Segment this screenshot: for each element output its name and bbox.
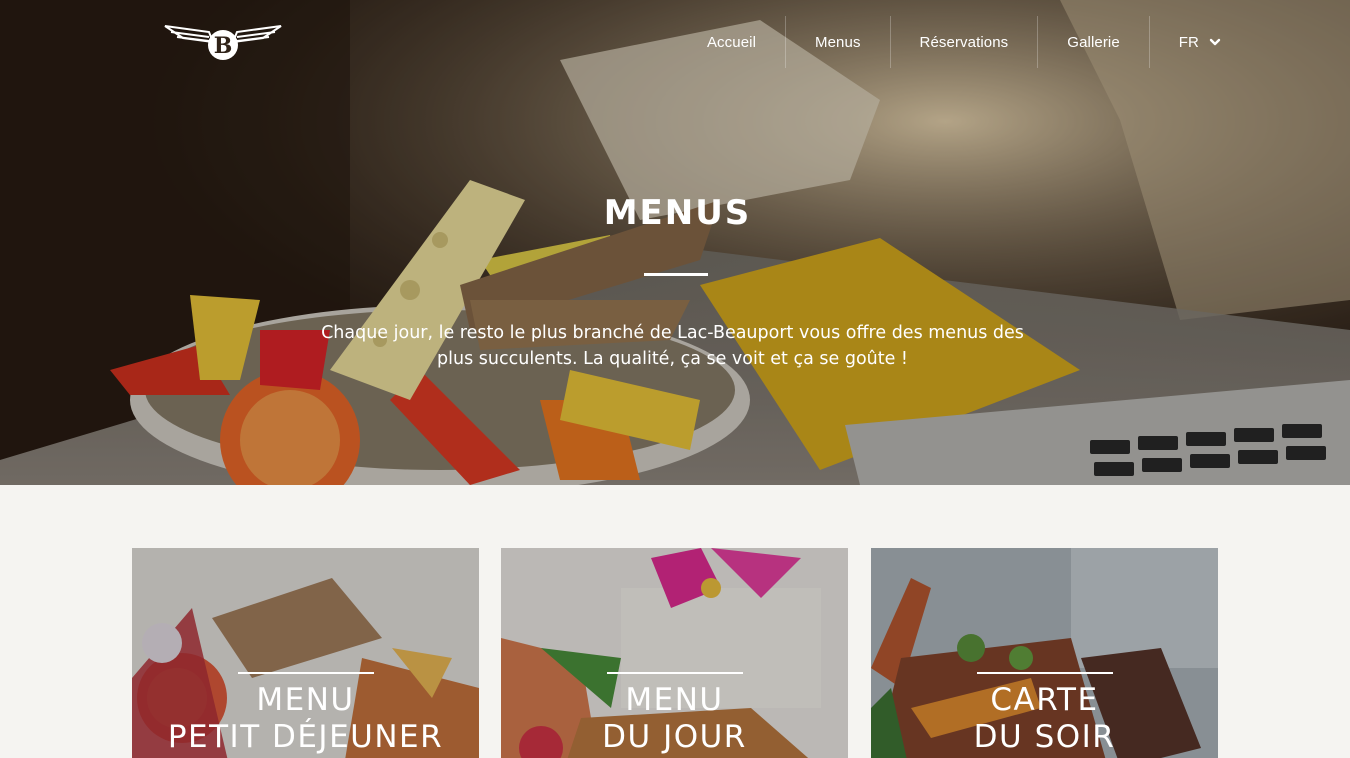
- card-title: MENU PETIT DÉJEUNER: [167, 682, 444, 755]
- logo-winged-b-icon[interactable]: B: [163, 24, 283, 62]
- hero-banner: B Accueil Menus Réservations Gallerie FR…: [0, 0, 1350, 485]
- svg-text:B: B: [214, 33, 233, 59]
- menu-card-du-soir[interactable]: CARTE DU SOIR: [871, 548, 1218, 758]
- chevron-down-icon: [1209, 38, 1221, 46]
- nav-item-gallerie[interactable]: Gallerie: [1038, 16, 1150, 68]
- card-divider: [238, 672, 374, 674]
- nav-item-accueil[interactable]: Accueil: [678, 16, 787, 68]
- nav-item-reservations[interactable]: Réservations: [891, 16, 1039, 68]
- menu-card-petit-dejeuner[interactable]: MENU PETIT DÉJEUNER: [132, 548, 479, 758]
- hero-description: Chaque jour, le resto le plus branché de…: [321, 323, 1024, 369]
- main-navigation: Accueil Menus Réservations Gallerie FR: [678, 16, 1225, 68]
- language-label: FR: [1178, 33, 1199, 51]
- nav-item-menus[interactable]: Menus: [786, 16, 891, 68]
- card-title: CARTE DU SOIR: [973, 682, 1116, 755]
- hero-dark-overlay: [0, 0, 1350, 485]
- card-title: MENU DU JOUR: [602, 682, 747, 755]
- title-divider: [644, 273, 708, 276]
- page-title: MENUS: [603, 193, 752, 233]
- card-divider: [607, 672, 743, 674]
- menu-card-du-jour[interactable]: MENU DU JOUR: [501, 548, 848, 758]
- card-divider: [977, 672, 1113, 674]
- language-selector[interactable]: FR: [1150, 16, 1225, 68]
